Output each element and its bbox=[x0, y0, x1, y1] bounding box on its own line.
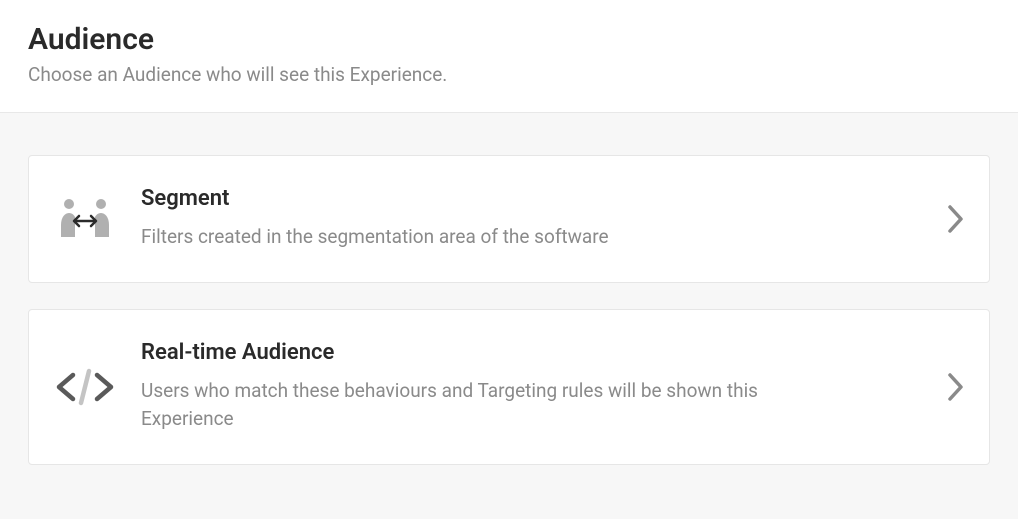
realtime-audience-card[interactable]: Real-time Audience Users who match these… bbox=[28, 309, 990, 465]
page-subtitle: Choose an Audience who will see this Exp… bbox=[28, 63, 990, 86]
chevron-right-icon bbox=[947, 204, 965, 234]
page-header: Audience Choose an Audience who will see… bbox=[0, 0, 1018, 112]
segment-card-body: Segment Filters created in the segmentat… bbox=[141, 186, 931, 252]
code-icon bbox=[53, 355, 117, 419]
segment-card[interactable]: Segment Filters created in the segmentat… bbox=[28, 155, 990, 283]
realtime-audience-card-description: Users who match these behaviours and Tar… bbox=[141, 377, 781, 434]
realtime-audience-card-title: Real-time Audience bbox=[141, 340, 931, 365]
chevron-right-icon bbox=[947, 372, 965, 402]
content-area: Segment Filters created in the segmentat… bbox=[0, 112, 1018, 519]
realtime-audience-card-body: Real-time Audience Users who match these… bbox=[141, 340, 931, 434]
segment-card-title: Segment bbox=[141, 186, 931, 211]
page-title: Audience bbox=[28, 22, 990, 57]
segment-icon bbox=[53, 187, 117, 251]
segment-card-description: Filters created in the segmentation area… bbox=[141, 223, 781, 252]
